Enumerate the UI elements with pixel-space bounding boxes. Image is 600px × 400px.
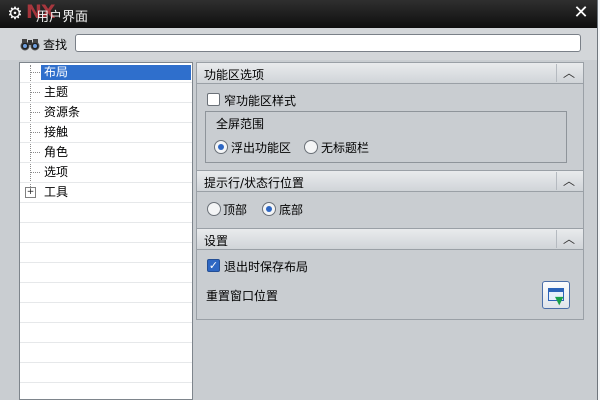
tree-item-label: 工具 xyxy=(44,185,69,199)
save-layout-label: 退出时保存布局 xyxy=(224,260,309,274)
tree-branch-line xyxy=(31,172,40,173)
close-button[interactable]: ✕ xyxy=(571,3,591,23)
tree-item-label: 选项 xyxy=(44,165,69,179)
tree-branch-line xyxy=(31,72,40,73)
group-title: 全屏范围 xyxy=(216,117,265,131)
tree-item-label: 主题 xyxy=(44,85,69,99)
collapse-icon[interactable]: ︿ xyxy=(556,172,581,190)
section-header-prompt[interactable]: 提示行/状态行位置 ︿ xyxy=(196,170,584,192)
tree-item-role[interactable]: 角色 xyxy=(20,143,192,163)
section-body-ribbon: 窄功能区样式 全屏范围 浮出功能区 无标题栏 xyxy=(196,84,584,170)
window-title: 用户界面 xyxy=(36,10,89,25)
page: ⚙ NX 用户界面 ✕ 查找 布局 主题 资源条 接触 角色 选项 + 工具 功… xyxy=(0,0,600,400)
tree-branch-line xyxy=(31,92,40,93)
reset-window-button[interactable]: ▼ xyxy=(542,281,570,309)
user-interface-dialog: ⚙ NX 用户界面 ✕ 查找 布局 主题 资源条 接触 角色 选项 + 工具 功… xyxy=(0,0,598,400)
tree-empty-row xyxy=(20,383,192,399)
arrow-icon: ▼ xyxy=(555,294,564,307)
find-label: 查找 xyxy=(43,38,68,52)
search-input[interactable] xyxy=(75,34,581,52)
bottom-position-radio[interactable] xyxy=(262,202,276,216)
section-title: 提示行/状态行位置 xyxy=(204,176,305,190)
category-tree: 布局 主题 资源条 接触 角色 选项 + 工具 xyxy=(19,62,193,400)
tree-empty-row xyxy=(20,343,192,363)
tree-empty-row xyxy=(20,283,192,303)
fullscreen-scope-group: 全屏范围 浮出功能区 无标题栏 xyxy=(205,111,567,163)
top-position-radio[interactable] xyxy=(207,202,221,216)
narrow-ribbon-label: 窄功能区样式 xyxy=(224,94,297,108)
tree-item-touch[interactable]: 接触 xyxy=(20,123,192,143)
tree-empty-row xyxy=(20,223,192,243)
float-ribbon-radio[interactable] xyxy=(214,140,228,154)
options-panel: 功能区选项 ︿ 窄功能区样式 全屏范围 浮出功能区 无标题栏 提示行/状态行位置… xyxy=(196,62,584,320)
tree-item-options[interactable]: 选项 xyxy=(20,163,192,183)
collapse-icon[interactable]: ︿ xyxy=(556,64,581,82)
tree-branch-line xyxy=(31,152,40,153)
float-ribbon-label: 浮出功能区 xyxy=(231,141,292,155)
tree-item-resource-bar[interactable]: 资源条 xyxy=(20,103,192,123)
tree-empty-row xyxy=(20,363,192,383)
tree-branch-line xyxy=(31,132,40,133)
tree-empty-row xyxy=(20,303,192,323)
bottom-position-label: 底部 xyxy=(279,203,304,217)
find-bar: 查找 xyxy=(0,28,597,60)
tree-item-layout[interactable]: 布局 xyxy=(20,63,192,83)
binoculars-icon xyxy=(20,36,40,52)
tree-item-label: 布局 xyxy=(41,65,191,80)
gear-icon[interactable]: ⚙ xyxy=(6,5,24,23)
tree-item-label: 资源条 xyxy=(44,105,81,119)
expand-icon[interactable]: + xyxy=(25,187,36,198)
section-body-prompt: 顶部 底部 xyxy=(196,192,584,228)
save-layout-checkbox[interactable]: ✓ xyxy=(207,259,220,272)
tree-empty-row xyxy=(20,323,192,343)
tree-empty-row xyxy=(20,203,192,223)
section-title: 功能区选项 xyxy=(204,68,265,82)
section-title: 设置 xyxy=(204,234,229,248)
title-bar[interactable]: ⚙ NX 用户界面 ✕ xyxy=(0,0,597,28)
narrow-ribbon-checkbox[interactable] xyxy=(207,93,220,106)
section-header-ribbon[interactable]: 功能区选项 ︿ xyxy=(196,62,584,84)
no-titlebar-radio[interactable] xyxy=(304,140,318,154)
top-position-label: 顶部 xyxy=(223,203,248,217)
no-titlebar-label: 无标题栏 xyxy=(321,141,370,155)
tree-empty-row xyxy=(20,243,192,263)
tree-empty-row xyxy=(20,263,192,283)
tree-branch-line xyxy=(31,112,40,113)
tree-item-label: 接触 xyxy=(44,125,69,139)
tree-item-tools[interactable]: + 工具 xyxy=(20,183,192,203)
tree-item-theme[interactable]: 主题 xyxy=(20,83,192,103)
section-header-settings[interactable]: 设置 ︿ xyxy=(196,228,584,250)
section-body-settings: ✓ 退出时保存布局 重置窗口位置 ▼ xyxy=(196,250,584,320)
tree-item-label: 角色 xyxy=(44,145,69,159)
collapse-icon[interactable]: ︿ xyxy=(556,230,581,248)
reset-window-label: 重置窗口位置 xyxy=(206,289,279,303)
